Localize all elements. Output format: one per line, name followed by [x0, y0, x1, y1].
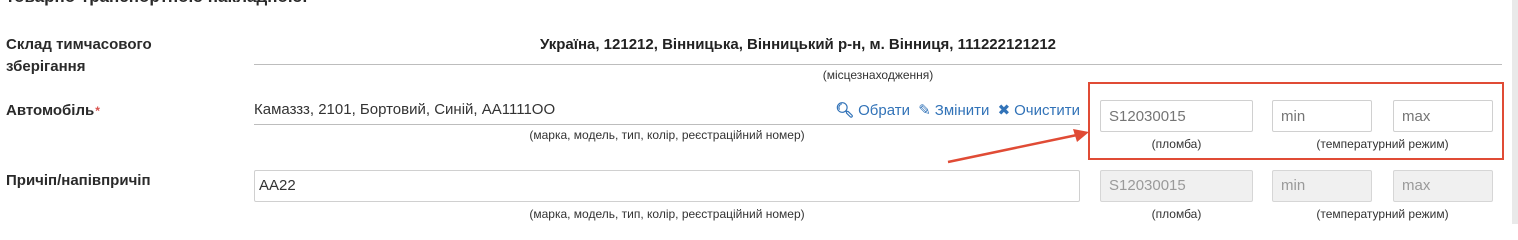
- edit-label: Змінити: [934, 102, 990, 119]
- clear-vehicle-link[interactable]: ✖ Очистити: [998, 102, 1080, 119]
- vehicle-value: Камаззз, 2101, Бортовий, Синій, АА1111ОО: [254, 101, 556, 118]
- trailer-label: Причіп/напівпричіп: [6, 172, 151, 189]
- storage-value: Україна, 121212, Вінницька, Вінницький р…: [254, 34, 1502, 65]
- trailer-temp-min-input[interactable]: min: [1272, 170, 1372, 202]
- trailer-field[interactable]: AA22: [254, 170, 1080, 202]
- vehicle-actions: 🔍︎ Обрати ✎ Змінити ✖ Очистити: [835, 101, 1080, 120]
- required-mark: *: [95, 104, 100, 118]
- vehicle-temp-min-input[interactable]: [1272, 100, 1372, 132]
- storage-label-line2: зберігання: [6, 58, 86, 75]
- edit-vehicle-link[interactable]: ✎ Змінити: [918, 102, 993, 119]
- storage-value-text: Україна, 121212, Вінницька, Вінницький р…: [539, 36, 1057, 53]
- vehicle-seal-input[interactable]: [1100, 100, 1253, 132]
- vehicle-label-text: Автомобіль: [6, 102, 95, 119]
- search-icon: 🔍︎: [835, 102, 855, 119]
- storage-caption: (місцезнаходження): [822, 68, 934, 82]
- storage-label: Склад тимчасового зберігання: [6, 34, 152, 78]
- edit-icon: ✎: [918, 102, 931, 119]
- select-vehicle-link[interactable]: 🔍︎ Обрати: [835, 102, 914, 119]
- trailer-seal-input[interactable]: S12030015: [1100, 170, 1253, 202]
- arrow-annotation: [947, 129, 1089, 164]
- trailer-caption: (марка, модель, тип, колір, реєстраційни…: [529, 207, 805, 221]
- close-icon: ✖: [997, 102, 1011, 119]
- trailer-temp-max-input[interactable]: max: [1393, 170, 1493, 202]
- vehicle-seal-caption: (пломба): [1151, 137, 1202, 151]
- clear-label: Очистити: [1014, 102, 1080, 119]
- select-label: Обрати: [858, 102, 911, 119]
- storage-label-line1: Склад тимчасового: [6, 36, 152, 53]
- vehicle-label: Автомобіль*: [6, 100, 100, 122]
- scrollbar[interactable]: [1512, 0, 1518, 224]
- trailer-seal-caption: (пломба): [1151, 207, 1202, 221]
- trailer-temp-caption: (температурний режим): [1316, 207, 1449, 221]
- section-heading-cut: товарно-транспортною накладною.: [6, 0, 307, 8]
- vehicle-field[interactable]: Камаззз, 2101, Бортовий, Синій, АА1111ОО…: [254, 100, 1080, 125]
- trailer-value: AA22: [259, 177, 296, 194]
- vehicle-temp-caption: (температурний режим): [1316, 137, 1449, 151]
- vehicle-temp-max-input[interactable]: [1393, 100, 1493, 132]
